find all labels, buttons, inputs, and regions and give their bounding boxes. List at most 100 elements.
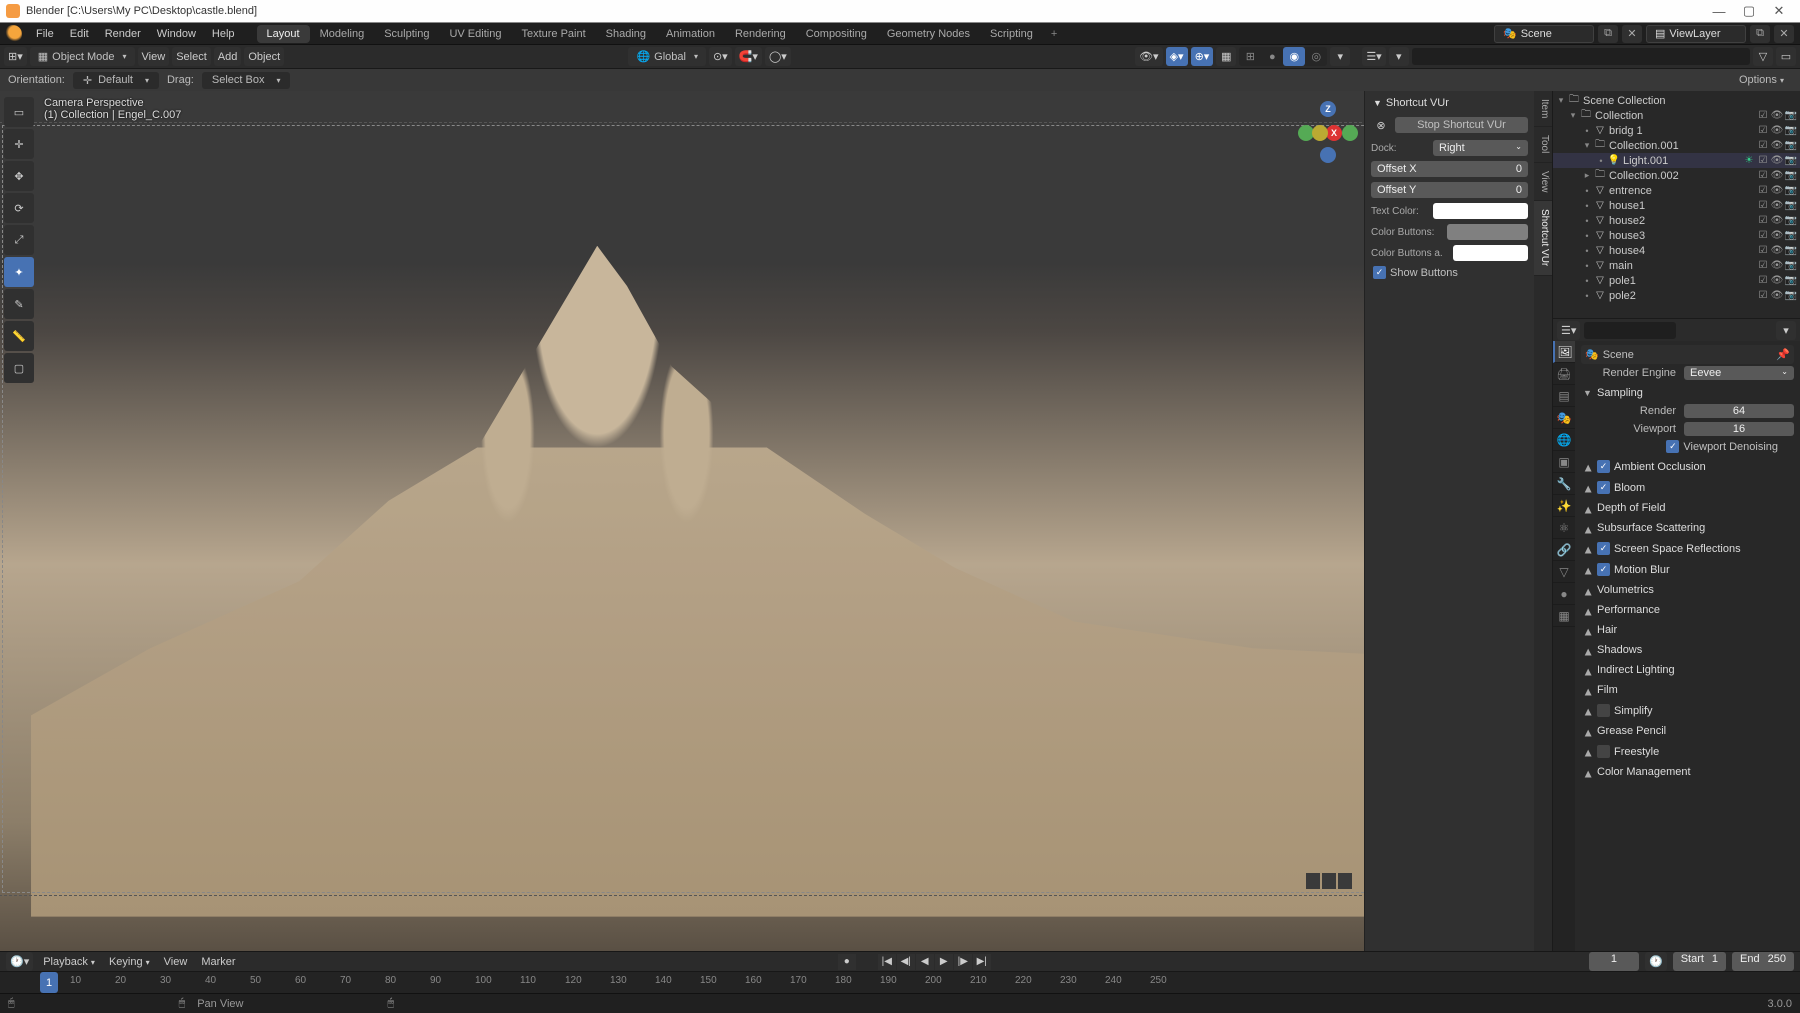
outliner-item[interactable]: •▽pole2☑👁📷 (1553, 288, 1800, 303)
section-freestyle[interactable]: ▶ Freestyle (1581, 742, 1794, 761)
tool-addcube[interactable]: ▢ (4, 353, 34, 383)
jump-start-button[interactable]: |◀ (878, 954, 896, 970)
section-volumetrics[interactable]: ▶Volumetrics (1581, 581, 1794, 599)
outliner-display-mode[interactable]: ▾ (1389, 47, 1409, 66)
text-color-field[interactable] (1433, 203, 1528, 219)
ptab-physics[interactable]: ⚛ (1553, 517, 1575, 539)
ptab-object[interactable]: ▣ (1553, 451, 1575, 473)
play-button[interactable]: ▶ (935, 954, 953, 970)
show-buttons-checkbox[interactable]: ✓ (1373, 266, 1386, 279)
minimize-button[interactable]: — (1704, 4, 1734, 19)
ptab-material[interactable]: ● (1553, 583, 1575, 605)
menu-view3d-select[interactable]: Select (172, 47, 211, 66)
pivot-button[interactable]: ⊙▾ (709, 47, 732, 66)
gizmo-z-axis[interactable]: Z (1320, 101, 1336, 117)
snap-button[interactable]: 🧲▾ (735, 47, 762, 66)
orientation-field[interactable]: ✛Default▾ (73, 72, 159, 89)
section-bloom[interactable]: ▶✓ Bloom (1581, 478, 1794, 497)
visibility-button[interactable]: 👁▾ (1135, 47, 1163, 66)
nav-gizmo[interactable]: X Z (1298, 99, 1348, 149)
timeline-view[interactable]: View (160, 956, 192, 968)
prev-keyframe-button[interactable]: ◀| (897, 954, 915, 970)
timeline-keying[interactable]: Keying ▾ (105, 956, 154, 968)
mode-selector[interactable]: ▦Object Mode▾ (30, 47, 135, 66)
outliner-item[interactable]: •▽house3☑👁📷 (1553, 228, 1800, 243)
xray-button[interactable]: ▦ (1216, 47, 1236, 66)
outliner-new-collection[interactable]: ▭ (1776, 47, 1796, 66)
viewport-samples-field[interactable]: 16 (1684, 422, 1794, 436)
section-grease-pencil[interactable]: ▶Grease Pencil (1581, 722, 1794, 740)
shading-wireframe[interactable]: ⊞ (1239, 47, 1261, 66)
ptab-constraints[interactable]: 🔗 (1553, 539, 1575, 561)
tool-transform[interactable]: ✦ (4, 257, 34, 287)
scene-datablock[interactable]: 🎭 Scene 📌 (1581, 345, 1794, 364)
timeline-playback[interactable]: Playback ▾ (39, 956, 99, 968)
editor-type-button[interactable]: ⊞▾ (4, 47, 27, 66)
workspace-rendering[interactable]: Rendering (725, 25, 796, 43)
menu-help[interactable]: Help (204, 24, 243, 44)
drag-field[interactable]: Select Box▾ (202, 72, 291, 89)
next-keyframe-button[interactable]: |▶ (954, 954, 972, 970)
gizmo-x-axis[interactable]: X (1326, 125, 1342, 141)
menu-window[interactable]: Window (149, 24, 204, 44)
section-motion-blur[interactable]: ▶✓ Motion Blur (1581, 560, 1794, 579)
end-frame-field[interactable]: End250 (1732, 952, 1794, 971)
render-samples-field[interactable]: 64 (1684, 404, 1794, 418)
ptab-render[interactable]: 🖼 (1553, 341, 1575, 363)
proportional-edit-button[interactable]: ◯▾ (765, 47, 791, 66)
workspace-shading[interactable]: Shading (596, 25, 656, 43)
viewport-denoise-checkbox[interactable]: ✓ (1666, 440, 1679, 453)
tool-move[interactable]: ✥ (4, 161, 34, 191)
maximize-button[interactable]: ▢ (1734, 3, 1764, 19)
start-frame-field[interactable]: Start1 (1673, 952, 1726, 971)
n-tab-tool[interactable]: Tool (1534, 127, 1552, 162)
ptab-particles[interactable]: ✨ (1553, 495, 1575, 517)
pin-icon[interactable]: 📌 (1776, 348, 1790, 361)
workspace-texturepaint[interactable]: Texture Paint (511, 25, 595, 43)
menu-file[interactable]: File (28, 24, 62, 44)
offset-x-field[interactable]: Offset X0 (1371, 161, 1528, 177)
workspace-geonodes[interactable]: Geometry Nodes (877, 25, 980, 43)
outliner-item[interactable]: ▸🗀Collection.002☑👁📷 (1553, 168, 1800, 183)
jump-end-button[interactable]: ▶| (973, 954, 991, 970)
panel-shortcut-header[interactable]: ▼Shortcut VUr (1369, 95, 1530, 111)
outliner-item[interactable]: •▽main☑👁📷 (1553, 258, 1800, 273)
outliner-item[interactable]: •▽pole1☑👁📷 (1553, 273, 1800, 288)
add-workspace-button[interactable]: + (1043, 28, 1065, 40)
outliner-item[interactable]: •💡Light.001☀☑👁📷 (1553, 153, 1800, 168)
tool-measure[interactable]: 📏 (4, 321, 34, 351)
menu-view3d-object[interactable]: Object (244, 47, 284, 66)
ptab-modifiers[interactable]: 🔧 (1553, 473, 1575, 495)
menu-view3d-add[interactable]: Add (214, 47, 242, 66)
props-options[interactable]: ▾ (1776, 321, 1796, 340)
ptab-data[interactable]: ▽ (1553, 561, 1575, 583)
n-tab-shortcut[interactable]: Shortcut VUr (1534, 201, 1552, 275)
workspace-layout[interactable]: Layout (257, 25, 310, 43)
play-reverse-button[interactable]: ◀ (916, 954, 934, 970)
workspace-uvediting[interactable]: UV Editing (439, 25, 511, 43)
color-buttons-field[interactable] (1447, 224, 1528, 240)
tool-select[interactable]: ▭ (4, 97, 34, 127)
outliner-tree[interactable]: ▾🗀Scene Collection▾🗀Collection☑👁📷•▽bridg… (1553, 91, 1800, 318)
section-shadows[interactable]: ▶Shadows (1581, 641, 1794, 659)
section-indirect-lighting[interactable]: ▶Indirect Lighting (1581, 661, 1794, 679)
section-depth-of-field[interactable]: ▶Depth of Field (1581, 499, 1794, 517)
tool-annotate[interactable]: ✎ (4, 289, 34, 319)
outliner-item[interactable]: ▾🗀Collection.001☑👁📷 (1553, 138, 1800, 153)
shading-rendered[interactable]: ◎ (1305, 47, 1327, 66)
workspace-animation[interactable]: Animation (656, 25, 725, 43)
gizmo-neg-x-axis[interactable] (1312, 125, 1328, 141)
delete-viewlayer-button[interactable]: ✕ (1774, 25, 1794, 43)
playhead[interactable]: 1 (40, 972, 58, 993)
offset-y-field[interactable]: Offset Y0 (1371, 182, 1528, 198)
outliner-search[interactable] (1412, 48, 1750, 65)
autokey-button[interactable]: ● (838, 954, 856, 970)
workspace-sculpting[interactable]: Sculpting (374, 25, 439, 43)
outliner-filter-button[interactable]: ▽ (1753, 47, 1773, 66)
n-tab-item[interactable]: Item (1534, 91, 1552, 127)
gizmo-y-axis[interactable] (1342, 125, 1358, 141)
transform-orientation[interactable]: 🌐Global▾ (628, 47, 706, 66)
section-performance[interactable]: ▶Performance (1581, 601, 1794, 619)
ptab-output[interactable]: 🖨 (1553, 363, 1575, 385)
render-engine-select[interactable]: Eevee⌄ (1684, 366, 1794, 380)
